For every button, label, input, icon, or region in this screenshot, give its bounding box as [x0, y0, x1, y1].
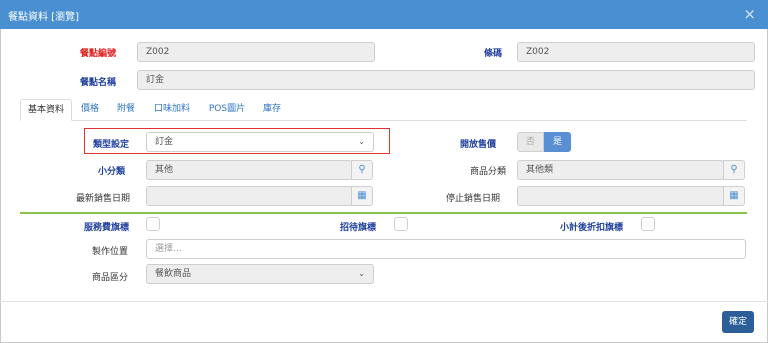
- subcategory-label: 小分類: [98, 167, 126, 177]
- subcategory-field[interactable]: 其他: [146, 160, 352, 180]
- close-icon[interactable]: ×: [743, 5, 756, 23]
- footer-divider: [0, 301, 768, 302]
- tab-pos-image[interactable]: POS圖片: [203, 99, 251, 121]
- treat-flag-label: 招待旗標: [340, 223, 377, 233]
- calendar-icon[interactable]: ▦: [723, 186, 745, 206]
- meal-code-field[interactable]: Z002: [137, 42, 375, 62]
- barcode-field[interactable]: Z002: [517, 42, 755, 62]
- tab-bar: 基本資料 價格 附餐 口味加料 POS圖片 庫存: [20, 99, 747, 121]
- meal-name-field[interactable]: 訂金: [137, 70, 755, 90]
- make-location-placeholder: 選擇...: [155, 244, 182, 254]
- section-divider: [20, 212, 747, 214]
- window-title: 餐點資料 [瀏覽]: [8, 12, 79, 23]
- open-sale-label: 開放售價: [460, 140, 497, 150]
- tab-price[interactable]: 價格: [75, 99, 105, 121]
- open-sale-yes[interactable]: 是: [544, 132, 571, 152]
- stop-sale-date-field[interactable]: [517, 186, 724, 206]
- meal-code-label: 餐點編號: [80, 49, 117, 59]
- service-fee-flag-label: 服務費旗標: [84, 223, 130, 233]
- open-sale-no[interactable]: 否: [517, 132, 544, 152]
- meal-name-label: 餐點名稱: [80, 78, 117, 88]
- treat-checkbox[interactable]: [394, 217, 408, 231]
- latest-sale-date-field[interactable]: [146, 186, 352, 206]
- tab-inventory[interactable]: 庫存: [256, 99, 288, 121]
- chevron-down-icon: ⌄: [358, 269, 365, 278]
- product-type-label: 商品區分: [92, 273, 129, 283]
- latest-sale-date-label: 最新銷售日期: [76, 194, 131, 204]
- title-bar: 餐點資料 [瀏覽] ×: [0, 0, 768, 29]
- chevron-down-icon: ⌄: [358, 137, 365, 146]
- confirm-button[interactable]: 確定: [722, 311, 754, 333]
- service-fee-checkbox[interactable]: [146, 217, 160, 231]
- barcode-label: 條碼: [484, 49, 503, 59]
- subtotal-discount-flag-label: 小計後折扣旗標: [560, 223, 624, 233]
- make-location-select[interactable]: 選擇...: [146, 239, 746, 259]
- tab-basic[interactable]: 基本資料: [20, 99, 72, 121]
- product-category-label: 商品分類: [470, 167, 507, 177]
- tab-flavor[interactable]: 口味加料: [146, 99, 198, 121]
- type-setting-select[interactable]: 訂金 ⌄: [146, 132, 374, 152]
- product-category-field[interactable]: 其他類: [517, 160, 724, 180]
- search-icon[interactable]: ⚲: [723, 160, 745, 180]
- product-type-select[interactable]: 餐飲商品 ⌄: [146, 264, 374, 284]
- tab-side-dish[interactable]: 附餐: [110, 99, 142, 121]
- type-setting-value: 訂金: [155, 137, 174, 147]
- search-icon[interactable]: ⚲: [351, 160, 373, 180]
- calendar-icon[interactable]: ▦: [351, 186, 373, 206]
- stop-sale-date-label: 停止銷售日期: [446, 194, 501, 204]
- product-type-value: 餐飲商品: [155, 269, 192, 279]
- type-setting-label: 類型設定: [93, 140, 130, 150]
- subtotal-discount-checkbox[interactable]: [641, 217, 655, 231]
- make-location-label: 製作位置: [92, 247, 129, 257]
